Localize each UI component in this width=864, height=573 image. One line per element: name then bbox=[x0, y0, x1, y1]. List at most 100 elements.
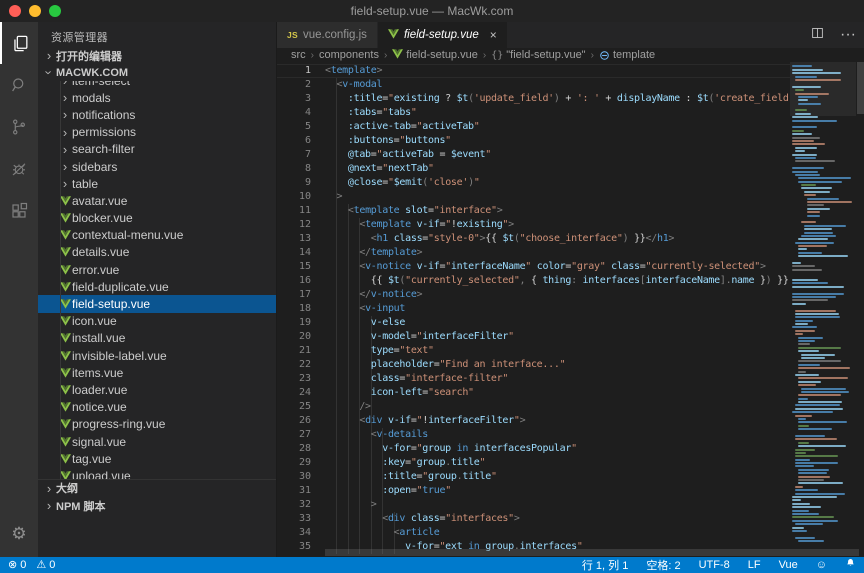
tree-item-upload-vue[interactable]: upload.vue bbox=[38, 467, 276, 479]
minimize-window-button[interactable] bbox=[29, 5, 41, 17]
breadcrumb-label: src bbox=[291, 49, 306, 61]
status-cursor-position[interactable]: 行 1, 列 1 bbox=[582, 557, 628, 573]
outline-label: 大纲 bbox=[56, 480, 78, 496]
extensions-icon bbox=[10, 202, 28, 220]
activitybar-source-control[interactable] bbox=[0, 106, 38, 148]
activitybar-explorer[interactable] bbox=[0, 22, 38, 64]
tree-item-loader-vue[interactable]: loader.vue bbox=[38, 381, 276, 398]
tree-item-label: item-select bbox=[72, 81, 130, 88]
code-editor[interactable]: 1234567891011121314151617181920212223242… bbox=[277, 62, 864, 557]
chevron-right-icon: › bbox=[42, 499, 56, 512]
tree-item-error-vue[interactable]: error.vue bbox=[38, 261, 276, 278]
tree-item-label: progress-ring.vue bbox=[72, 417, 165, 431]
activity-bar: ⚙ bbox=[0, 22, 38, 557]
breadcrumb-src[interactable]: src bbox=[291, 49, 306, 61]
tree-item-label: signal.vue bbox=[72, 435, 126, 449]
braces-symbol-icon: {} bbox=[491, 50, 503, 61]
search-icon bbox=[10, 76, 28, 94]
breadcrumb-label: field-setup.vue bbox=[406, 49, 478, 61]
breadcrumb-field-setup-vue[interactable]: field-setup.vue bbox=[392, 49, 478, 62]
tree-item-modals[interactable]: ›modals bbox=[38, 89, 276, 106]
breadcrumb-template[interactable]: template bbox=[599, 49, 655, 61]
status-notifications[interactable] bbox=[845, 558, 856, 572]
status-warnings[interactable]: ⚠0 bbox=[36, 559, 55, 571]
outline-section[interactable]: › 大纲 bbox=[38, 479, 276, 496]
status-eol[interactable]: LF bbox=[748, 559, 761, 571]
tree-item-invisible-label-vue[interactable]: invisible-label.vue bbox=[38, 347, 276, 364]
tree-item-install-vue[interactable]: install.vue bbox=[38, 330, 276, 347]
warning-icon: ⚠ bbox=[36, 560, 46, 571]
breadcrumb-components[interactable]: components bbox=[319, 49, 379, 61]
tree-item-items-vue[interactable]: items.vue bbox=[38, 364, 276, 381]
tab-bar: JSvue.config.jsfield-setup.vue× ··· bbox=[277, 22, 864, 48]
status-errors[interactable]: ⊗0 bbox=[8, 559, 26, 571]
tree-item-notifications[interactable]: ›notifications bbox=[38, 106, 276, 123]
code-content: <template> <v-modal :title="existing ? $… bbox=[325, 64, 790, 554]
status-encoding[interactable]: UTF-8 bbox=[699, 559, 730, 571]
tree-item-contextual-menu-vue[interactable]: contextual-menu.vue bbox=[38, 227, 276, 244]
tree-item-sidebars[interactable]: ›sidebars bbox=[38, 158, 276, 175]
close-tab-icon[interactable]: × bbox=[490, 28, 497, 42]
chevron-right-icon: › bbox=[42, 49, 56, 62]
tab-field-setup-vue[interactable]: field-setup.vue× bbox=[378, 22, 508, 48]
bell-icon bbox=[845, 558, 856, 572]
tree-item-label: icon.vue bbox=[72, 314, 117, 328]
tree-item-avatar-vue[interactable]: avatar.vue bbox=[38, 192, 276, 209]
tree-item-label: tag.vue bbox=[72, 452, 111, 466]
status-feedback[interactable]: ☺ bbox=[816, 560, 827, 571]
window-title: field-setup.vue — MacWk.com bbox=[351, 4, 514, 18]
tree-item-label: contextual-menu.vue bbox=[72, 228, 183, 242]
status-language-mode[interactable]: Vue bbox=[779, 559, 798, 571]
breadcrumb-separator: › bbox=[483, 50, 486, 61]
workspace-root-section[interactable]: › MACWK.COM bbox=[38, 64, 276, 81]
vscode-window: field-setup.vue — MacWk.com ⚙ 资源管理器 › 打开… bbox=[0, 0, 864, 573]
tree-item-item-select[interactable]: ›item-select bbox=[38, 81, 276, 89]
tree-item-permissions[interactable]: ›permissions bbox=[38, 124, 276, 141]
tree-item-field-duplicate-vue[interactable]: field-duplicate.vue bbox=[38, 278, 276, 295]
tree-item-details-vue[interactable]: details.vue bbox=[38, 244, 276, 261]
status-indentation[interactable]: 空格: 2 bbox=[646, 557, 680, 573]
tree-item-table[interactable]: ›table bbox=[38, 175, 276, 192]
vue-file-icon bbox=[392, 49, 403, 62]
npm-scripts-section[interactable]: › NPM 脚本 bbox=[38, 497, 276, 514]
tree-item-notice-vue[interactable]: notice.vue bbox=[38, 399, 276, 416]
activitybar-extensions[interactable] bbox=[0, 190, 38, 232]
template-symbol-icon bbox=[599, 50, 610, 61]
zoom-window-button[interactable] bbox=[49, 5, 61, 17]
tree-item-label: modals bbox=[72, 91, 111, 105]
horizontal-scrollbar[interactable] bbox=[325, 549, 859, 556]
activitybar-debug[interactable] bbox=[0, 148, 38, 190]
split-editor-button[interactable] bbox=[811, 26, 824, 44]
js-file-icon: JS bbox=[287, 30, 298, 40]
tree-item-label: avatar.vue bbox=[72, 194, 127, 208]
status-errors-count: 0 bbox=[20, 559, 26, 571]
debug-icon bbox=[10, 160, 28, 178]
tree-item-signal-vue[interactable]: signal.vue bbox=[38, 433, 276, 450]
activitybar-settings[interactable]: ⚙ bbox=[0, 517, 38, 551]
open-editors-section[interactable]: › 打开的编辑器 bbox=[38, 47, 276, 64]
npm-scripts-label: NPM 脚本 bbox=[56, 498, 106, 514]
tree-item-tag-vue[interactable]: tag.vue bbox=[38, 450, 276, 467]
vertical-scrollbar[interactable] bbox=[857, 62, 864, 114]
close-window-button[interactable] bbox=[9, 5, 21, 17]
breadcrumb--field-setup-vue-[interactable]: {}"field-setup.vue" bbox=[491, 49, 585, 61]
tree-item-label: notifications bbox=[72, 108, 135, 122]
tree-item-label: field-setup.vue bbox=[72, 297, 150, 311]
tree-item-icon-vue[interactable]: icon.vue bbox=[38, 313, 276, 330]
tree-item-field-setup-vue[interactable]: field-setup.vue bbox=[38, 295, 276, 312]
line-numbers: 1234567891011121314151617181920212223242… bbox=[277, 64, 311, 554]
file-tree: ›item-select›modals›notifications›permis… bbox=[38, 81, 276, 479]
breadcrumb-label: "field-setup.vue" bbox=[506, 49, 585, 61]
tree-item-blocker-vue[interactable]: blocker.vue bbox=[38, 210, 276, 227]
tree-item-search-filter[interactable]: ›search-filter bbox=[38, 141, 276, 158]
tree-item-label: notice.vue bbox=[72, 400, 127, 414]
activitybar-search[interactable] bbox=[0, 64, 38, 106]
minimap[interactable] bbox=[790, 62, 856, 557]
smiley-icon: ☺ bbox=[816, 560, 827, 571]
more-actions-button[interactable]: ··· bbox=[840, 26, 856, 44]
split-editor-icon bbox=[811, 26, 824, 44]
chevron-down-icon: › bbox=[43, 66, 56, 80]
indent-guide bbox=[60, 81, 61, 479]
tab-vue-config-js[interactable]: JSvue.config.js bbox=[277, 22, 378, 48]
tree-item-progress-ring-vue[interactable]: progress-ring.vue bbox=[38, 416, 276, 433]
